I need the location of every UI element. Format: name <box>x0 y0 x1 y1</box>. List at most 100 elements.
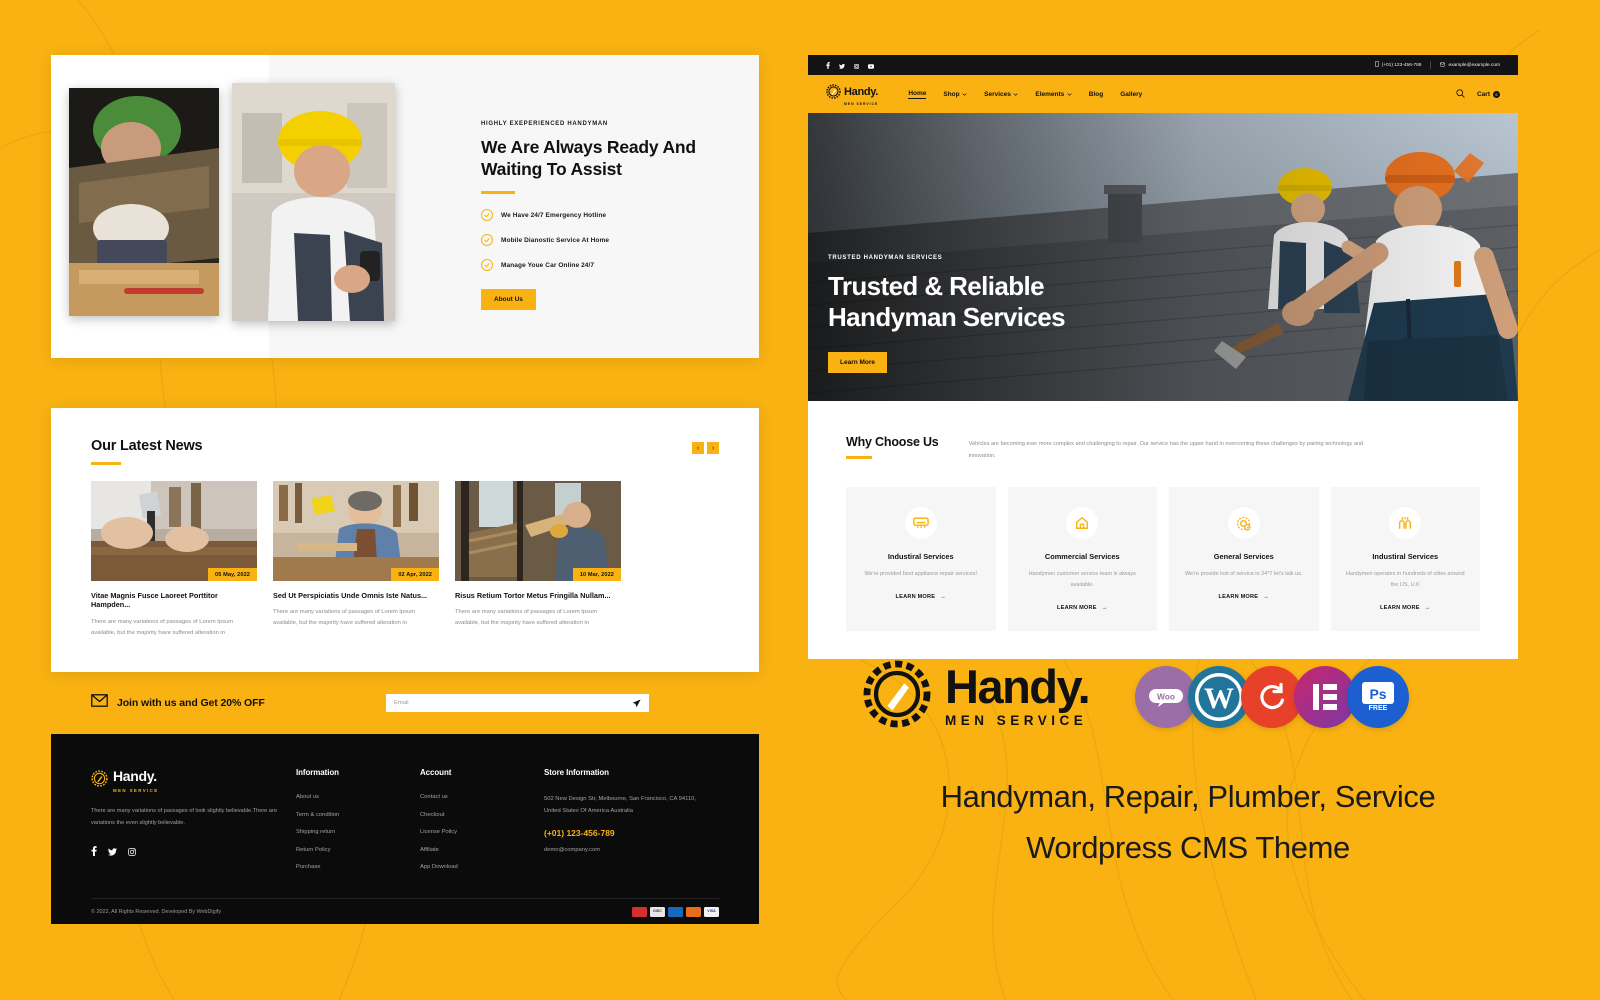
home-icon <box>1066 507 1099 540</box>
news-thumbnail: 10 Mar, 2022 <box>455 481 621 581</box>
nav-item-services[interactable]: Services <box>984 91 1018 98</box>
footer-brand-column: Handy. MEN SERVICE There are many variat… <box>91 768 296 870</box>
newsletter-heading-group: Join with us and Get 20% OFF <box>91 694 341 712</box>
promo-branding-block: Handy. MEN SERVICE Woo W Ps FREE Handyma… <box>808 660 1568 873</box>
nav-item-elements[interactable]: Elements <box>1035 91 1072 98</box>
nav-item-blog[interactable]: Blog <box>1089 91 1103 98</box>
why-choose-header: Why Choose Us Vehicles are becoming ever… <box>846 435 1480 462</box>
cart-button[interactable]: Cart 0 <box>1477 90 1500 98</box>
promo-brand-tagline: MEN SERVICE <box>945 712 1088 728</box>
footer-link[interactable]: About us <box>296 794 420 800</box>
footer-link[interactable]: Checkout <box>420 812 544 818</box>
topbar-phone[interactable]: (+01) 123-456-789 <box>1374 61 1421 69</box>
news-card-excerpt: There are many variations of passages of… <box>273 609 416 627</box>
carousel-next-button[interactable]: › <box>707 442 719 454</box>
topbar-email[interactable]: example@example.com <box>1440 62 1500 69</box>
hero-title-line2: Handyman Services <box>828 302 1066 333</box>
carousel-prev-button[interactable]: ‹ <box>692 442 704 454</box>
service-card[interactable]: Industiral Services We're provided best … <box>846 487 996 631</box>
promo-headline: Handyman, Repair, Plumber, Service Wordp… <box>808 771 1568 873</box>
footer-link[interactable]: Term & condition <box>296 812 420 818</box>
svg-text:Ps: Ps <box>1370 686 1387 702</box>
news-card-excerpt: There are many variations of passages of… <box>455 609 598 627</box>
service-card-title: General Services <box>1213 552 1274 562</box>
youtube-icon[interactable] <box>868 56 874 74</box>
footer-store-email[interactable]: demo@company.com <box>544 847 714 853</box>
why-choose-description: Vehicles are becoming ever more complex … <box>968 441 1364 459</box>
latest-news-section: Our Latest News ‹ › 05 May, 2022 Vitae M… <box>51 408 759 673</box>
footer-link[interactable]: Affiliate <box>420 847 544 853</box>
service-card[interactable]: General Services We're provide lost of s… <box>1169 487 1319 631</box>
nav-item-gallery[interactable]: Gallery <box>1120 91 1142 98</box>
chevron-down-icon <box>962 91 967 98</box>
news-card[interactable]: 05 May, 2022 Vitae Magnis Fusce Laoreet … <box>91 481 257 638</box>
news-card-title: Sed Ut Perspiciatis Unde Omnis Iste Natu… <box>273 591 428 600</box>
footer-store-address: 502 New Design Str, Melbourne, San Franc… <box>544 796 696 814</box>
check-circle-icon <box>481 234 493 247</box>
news-card[interactable]: 10 Mar, 2022 Risus Retium Tortor Metus F… <box>455 481 621 638</box>
footer-link[interactable]: Contact us <box>420 794 544 800</box>
newsletter-bar: Join with us and Get 20% OFF <box>51 672 759 735</box>
gear-logo-icon <box>91 770 108 792</box>
footer-link[interactable]: Shipping return <box>296 829 420 835</box>
footer-bottom-bar: © 2022, All Rights Reserved. Developed B… <box>91 898 719 924</box>
nav-item-label: Shop <box>943 90 960 98</box>
about-us-button[interactable]: About Us <box>481 289 536 311</box>
news-card-excerpt: There are many variations of passages of… <box>91 618 234 636</box>
service-card-text: Handymen operates in hundreds of cities … <box>1345 571 1465 589</box>
about-title-line2: Waiting To Assist <box>481 159 622 180</box>
news-card-grid: 05 May, 2022 Vitae Magnis Fusce Laoreet … <box>91 481 719 638</box>
service-card-title: Industiral Services <box>887 552 954 562</box>
service-card-link-label: LEARN MORE <box>1380 604 1420 611</box>
news-date-badge: 05 May, 2022 <box>208 568 257 581</box>
about-eyebrow: HIGHLY EXEPERIENCED HANDYMAN <box>481 121 608 127</box>
footer-link[interactable]: App Download <box>420 864 544 870</box>
chevron-down-icon <box>1013 91 1018 98</box>
about-title-underline <box>481 191 515 195</box>
promo-logo-text: Handy. MEN SERVICE <box>945 663 1091 728</box>
about-image-sanding <box>69 88 219 316</box>
visa-card-icon: VISA <box>704 907 719 917</box>
newsletter-submit-button[interactable] <box>632 696 641 711</box>
hero-learn-more-button[interactable]: Learn More <box>828 352 888 374</box>
footer-column-heading: Account <box>420 768 452 778</box>
service-card-link[interactable]: LEARN MORE → <box>1380 605 1430 611</box>
news-card[interactable]: 02 Apr, 2022 Sed Ut Perspiciatis Unde Om… <box>273 481 439 638</box>
footer-link[interactable]: License Policy <box>420 829 544 835</box>
footer-link[interactable]: Return Policy <box>296 847 420 853</box>
arrow-right-icon: → <box>1424 604 1431 611</box>
gear-logo-icon <box>863 660 931 733</box>
instagram-icon[interactable] <box>128 843 136 861</box>
instagram-icon[interactable] <box>853 56 860 74</box>
search-icon[interactable] <box>1456 85 1465 103</box>
footer-link[interactable]: Purchase <box>296 864 420 870</box>
footer-logo[interactable]: Handy. MEN SERVICE <box>91 768 296 793</box>
mastercard-card-icon <box>686 907 701 917</box>
nav-item-label: Blog <box>1088 90 1104 98</box>
news-thumbnail: 05 May, 2022 <box>91 481 257 581</box>
nav-item-shop[interactable]: Shop <box>943 91 967 98</box>
chevron-down-icon <box>1067 91 1072 98</box>
service-card-title: Industiral Services <box>1372 552 1439 562</box>
twitter-icon[interactable] <box>839 56 845 74</box>
footer-store-phone[interactable]: (+01) 123-456-789 <box>544 828 714 838</box>
hero-title-line1: Trusted & Reliable <box>828 271 1045 301</box>
why-choose-card-grid: Industiral Services We're provided best … <box>846 487 1480 631</box>
service-card[interactable]: Commercial Services Handymen customer se… <box>1007 487 1157 631</box>
service-card[interactable]: Industiral Services Handymen operates in… <box>1330 487 1480 631</box>
nav-item-home[interactable]: Home <box>908 90 927 99</box>
twitter-icon[interactable] <box>108 843 117 861</box>
about-feature-label: Mobile Dianostic Service At Home <box>501 236 610 244</box>
nav-item-label: Services <box>984 90 1011 98</box>
service-card-link[interactable]: LEARN MORE → <box>1057 605 1107 611</box>
check-circle-icon <box>481 259 493 272</box>
service-card-link[interactable]: LEARN MORE → <box>1219 594 1269 600</box>
service-card-link[interactable]: LEARN MORE → <box>896 594 946 600</box>
hands-tools-icon <box>1389 507 1422 540</box>
facebook-icon[interactable] <box>826 56 830 74</box>
site-logo[interactable]: Handy. MEN SERVICE <box>826 82 878 106</box>
about-feature-item: Mobile Dianostic Service At Home <box>481 234 741 247</box>
newsletter-email-input[interactable] <box>394 700 632 707</box>
facebook-icon[interactable] <box>91 843 97 861</box>
hero-eyebrow: TRUSTED HANDYMAN SERVICES <box>828 255 943 261</box>
